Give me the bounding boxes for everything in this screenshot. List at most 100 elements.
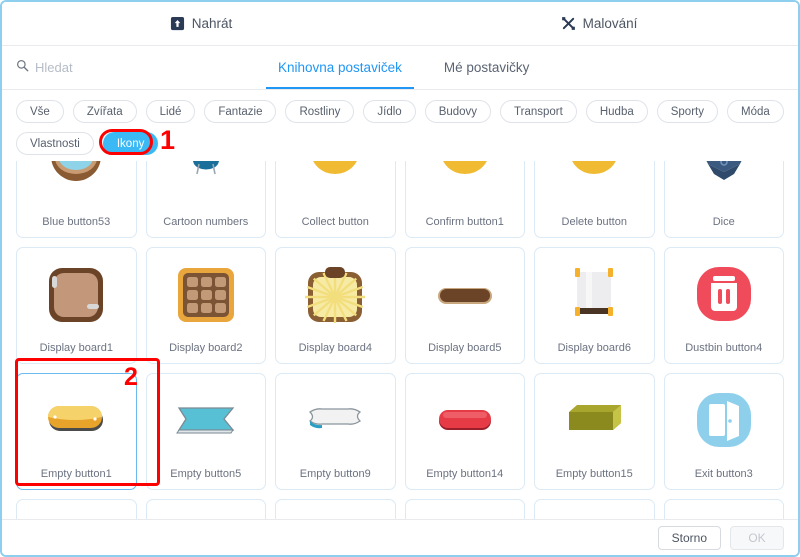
category-chip-label: Vlastnosti <box>30 137 80 150</box>
brown-pill-icon <box>406 248 525 342</box>
sprite-card-empty-button5[interactable]: Empty button5 <box>145 373 266 490</box>
category-chip-row: Vše Zvířata Lidé Fantazie Rostliny Jídlo Budov… <box>16 100 784 155</box>
category-chip-label: Hudba <box>599 105 634 118</box>
library-tab-knihovna-label: Knihovna postaviček <box>278 60 402 75</box>
sprite-card-item-21[interactable] <box>404 499 525 519</box>
ok-button[interactable]: OK <box>730 525 784 550</box>
search-placeholder: Hledat <box>35 60 73 75</box>
tab-paint[interactable]: Malování <box>400 2 798 45</box>
sprite-card-label: Exit button3 <box>694 468 753 480</box>
sprite-card-label: Display board2 <box>169 342 243 354</box>
category-chip-label: Transport <box>514 105 563 118</box>
sprite-card-dustbin-button4[interactable]: Dustbin button4 <box>663 247 784 364</box>
sprite-card-label: Empty button5 <box>170 468 242 480</box>
category-chip-label: Budovy <box>438 105 478 118</box>
pink-card-icon <box>147 500 266 519</box>
board-rays-icon <box>276 248 395 342</box>
sprite-grid: Blue button53 Cartoon numbers Collect butt… <box>2 161 798 519</box>
sprite-card-label: Dustbin button4 <box>685 342 763 354</box>
category-chip-fantazie[interactable]: Fantazie <box>204 100 277 123</box>
sprite-card-item-22[interactable] <box>534 499 655 519</box>
sprite-card-display-board5[interactable]: Display board5 <box>404 247 525 364</box>
category-chip-lid-[interactable]: Lidé <box>145 100 196 123</box>
yellow-dome-icon <box>276 161 395 216</box>
scroll-icon <box>535 248 654 342</box>
category-chip-label: Lidé <box>159 105 182 118</box>
sprite-card-label: Dice <box>712 216 735 228</box>
sprite-card-display-board4[interactable]: Display board4 <box>275 247 396 364</box>
category-chip-hudba[interactable]: Hudba <box>585 100 648 123</box>
sprite-card-empty-button14[interactable]: Empty button14 <box>404 373 525 490</box>
teal-ribbon-icon <box>147 374 266 468</box>
yellow-dome-icon <box>406 161 525 216</box>
cancel-button[interactable]: Storno <box>657 525 721 550</box>
sprite-card-empty-button15[interactable]: Empty button15 <box>534 373 655 490</box>
category-chip-label: Rostliny <box>299 105 341 118</box>
search-input[interactable]: Hledat <box>2 46 232 89</box>
sprite-card-exit-button3[interactable]: Exit button3 <box>663 373 784 490</box>
sprite-card-display-board6[interactable]: Display board6 <box>534 247 655 364</box>
category-chip-rostliny[interactable]: Rostliny <box>285 100 355 123</box>
ok-button-label: OK <box>748 530 766 545</box>
pink-dot-icon <box>665 500 784 519</box>
category-chip-budovy[interactable]: Budovy <box>424 100 492 123</box>
library-tab-knihovna[interactable]: Knihovna postaviček <box>266 46 414 89</box>
sprite-card-blue-button53[interactable]: Blue button53 <box>16 161 137 238</box>
cancel-button-label: Storno <box>671 530 707 545</box>
sprite-card-label: Blue button53 <box>42 216 111 228</box>
category-chip-ikony[interactable]: Ikony <box>102 132 159 155</box>
category-chip-label: Zvířata <box>86 105 123 118</box>
board-grid-icon <box>147 248 266 342</box>
orange-arc-icon <box>406 500 525 519</box>
sprite-card-display-board1[interactable]: Display board1 <box>16 247 137 364</box>
sprite-card-label: Display board5 <box>428 342 502 354</box>
sprite-chooser-dialog: Nahrát Malování Hledat Knihovna postavič… <box>0 0 800 557</box>
sprite-card-delete-button[interactable]: Delete button <box>534 161 655 238</box>
sprite-card-collect-button[interactable]: Collect button <box>275 161 396 238</box>
category-chip-label: Ikony <box>116 137 145 150</box>
category-chip-m-da[interactable]: Móda <box>726 100 784 123</box>
exit-door-icon <box>665 374 784 468</box>
sprite-grid-scroll-area[interactable]: Blue button53 Cartoon numbers Collect butt… <box>2 161 798 519</box>
category-chip-transport[interactable]: Transport <box>500 100 577 123</box>
sprite-card-item-19[interactable] <box>145 499 266 519</box>
sprite-card-dice[interactable]: Dice <box>663 161 784 238</box>
category-chip-label: Sporty <box>670 105 704 118</box>
category-chip-label: Jídlo <box>377 105 402 118</box>
category-chip-v-e[interactable]: Vše <box>16 100 64 123</box>
yellow-dome-icon <box>535 161 654 216</box>
tab-upload-label: Nahrát <box>191 16 233 31</box>
yellow-pill-icon <box>17 374 136 468</box>
tab-paint-label: Malování <box>582 16 638 31</box>
sprite-card-label: Empty button9 <box>299 468 371 480</box>
navy-dice-icon <box>665 161 784 216</box>
category-chip-sporty[interactable]: Sporty <box>656 100 718 123</box>
sprite-card-cartoon-numbers[interactable]: Cartoon numbers <box>145 161 266 238</box>
sprite-card-confirm-button1[interactable]: Confirm button1 <box>404 161 525 238</box>
sprite-card-label: Display board1 <box>39 342 113 354</box>
library-tab-moje-label: Mé postavičky <box>443 60 530 75</box>
sprite-card-item-20[interactable] <box>275 499 396 519</box>
white-banner-icon <box>276 374 395 468</box>
sprite-card-label: Display board6 <box>557 342 631 354</box>
paint-brushes-icon <box>561 16 576 31</box>
sprite-card-display-board2[interactable]: Display board2 <box>145 247 266 364</box>
category-filter-bar: Vše Zvířata Lidé Fantazie Rostliny Jídlo Budov… <box>2 90 798 164</box>
sprite-card-item-18[interactable] <box>16 499 137 519</box>
sprite-card-empty-button9[interactable]: Empty button9 <box>275 373 396 490</box>
category-chip-j-dlo[interactable]: Jídlo <box>363 100 416 123</box>
black-slab-icon <box>535 500 654 519</box>
teal-strip-icon <box>17 500 136 519</box>
category-chip-label: Móda <box>740 105 770 118</box>
upload-icon <box>170 16 185 31</box>
pink-triangle-icon <box>276 500 395 519</box>
library-tab-moje[interactable]: Mé postavičky <box>438 46 536 89</box>
blue-cup-icon <box>147 161 266 216</box>
category-chip-vlastnosti[interactable]: Vlastnosti <box>16 132 94 155</box>
sprite-card-empty-button1[interactable]: Empty button1 <box>16 373 137 490</box>
category-chip-label: Vše <box>30 105 50 118</box>
search-icon <box>16 59 29 77</box>
sprite-card-item-23[interactable] <box>663 499 784 519</box>
category-chip-zv-ata[interactable]: Zvířata <box>72 100 137 123</box>
tab-upload[interactable]: Nahrát <box>2 2 400 45</box>
